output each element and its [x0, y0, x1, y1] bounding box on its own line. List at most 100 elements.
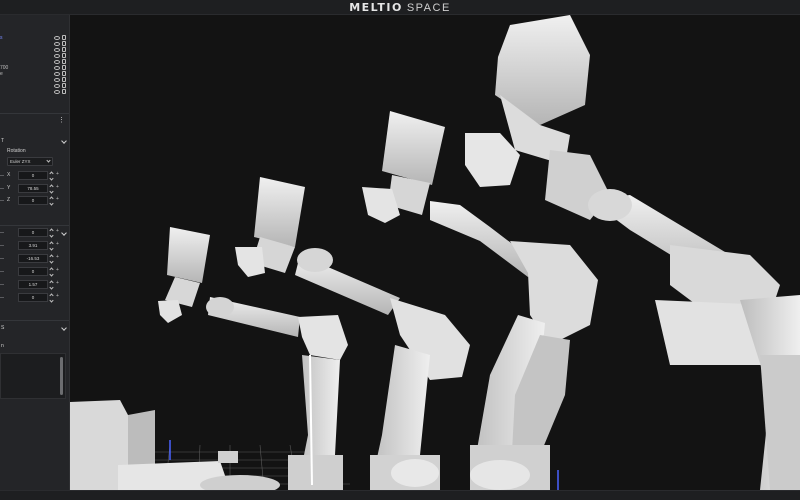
- eye-icon[interactable]: [54, 66, 60, 70]
- rotation-label: Rotation: [7, 148, 26, 154]
- tree-item-controls: [54, 35, 66, 40]
- stepper[interactable]: [49, 254, 54, 264]
- chevron-up-icon[interactable]: [49, 267, 54, 272]
- chevron-up-icon[interactable]: [49, 254, 54, 259]
- tree-item-controls: [54, 47, 66, 52]
- plus-icon[interactable]: +: [56, 184, 59, 190]
- chevron-down-icon[interactable]: [49, 201, 54, 206]
- chevron-down-icon[interactable]: [49, 298, 54, 303]
- left-panel: s 700 e ⋮ T Rotation Euler ZYX X 0 + Y 78.55 + Z…: [0, 15, 70, 490]
- row-marker: [0, 187, 4, 189]
- chevron-up-icon[interactable]: [49, 280, 54, 285]
- row-marker: [0, 245, 4, 246]
- joint-field: 0 +: [0, 293, 69, 303]
- chevron-down-icon[interactable]: [49, 259, 54, 264]
- robot-scene: [70, 15, 800, 490]
- chevron-down-icon[interactable]: [49, 285, 54, 290]
- joint-input[interactable]: -16.53: [18, 254, 48, 263]
- axis-label: X: [7, 172, 11, 178]
- joint-input[interactable]: 0: [18, 293, 48, 302]
- chevron-up-icon[interactable]: [49, 293, 54, 298]
- plus-icon[interactable]: +: [56, 241, 59, 247]
- stepper[interactable]: [49, 196, 54, 206]
- chevron-up-icon[interactable]: [49, 183, 54, 189]
- lock-icon[interactable]: [62, 89, 66, 94]
- stepper[interactable]: [49, 228, 54, 238]
- lock-icon[interactable]: [62, 53, 66, 58]
- axis-label: Z: [7, 197, 11, 203]
- joint-field: 0 +: [0, 228, 69, 238]
- lock-icon[interactable]: [62, 47, 66, 52]
- chevron-down-icon[interactable]: [49, 233, 54, 238]
- transform-section-header[interactable]: T: [0, 134, 69, 148]
- section3-header[interactable]: S: [0, 321, 69, 335]
- chevron-down-icon[interactable]: [49, 272, 54, 277]
- plus-icon[interactable]: +: [56, 228, 59, 234]
- eye-icon[interactable]: [54, 60, 60, 64]
- eye-icon[interactable]: [54, 48, 60, 52]
- rotation-input[interactable]: 0: [18, 171, 48, 180]
- joint-field: 3.91 +: [0, 241, 69, 251]
- chevron-up-icon[interactable]: [49, 228, 54, 233]
- chevron-up-icon[interactable]: [49, 196, 54, 201]
- rotation-field-x: X 0 +: [0, 171, 69, 181]
- plus-icon[interactable]: +: [56, 196, 59, 202]
- joint-input[interactable]: 0: [18, 267, 48, 276]
- plus-icon[interactable]: +: [56, 267, 59, 273]
- rotation-input[interactable]: 0: [18, 196, 48, 205]
- lock-icon[interactable]: [62, 65, 66, 70]
- lock-icon[interactable]: [62, 77, 66, 82]
- eye-icon[interactable]: [54, 36, 60, 40]
- lock-icon[interactable]: [62, 71, 66, 76]
- eye-icon[interactable]: [54, 90, 60, 94]
- joint-input[interactable]: 1.57: [18, 280, 48, 289]
- stepper[interactable]: [49, 183, 54, 194]
- joint-input[interactable]: 3.91: [18, 241, 48, 250]
- transform-section-title: T: [1, 138, 5, 144]
- row-marker: [0, 232, 4, 233]
- plus-icon[interactable]: +: [56, 293, 59, 299]
- rotation-input[interactable]: 78.55: [18, 183, 48, 193]
- plus-icon[interactable]: +: [56, 254, 59, 260]
- plus-icon[interactable]: +: [56, 171, 59, 177]
- chevron-down-icon[interactable]: [49, 176, 54, 181]
- rotation-mode-select[interactable]: Euler ZYX: [7, 157, 53, 166]
- plus-icon[interactable]: +: [56, 280, 59, 286]
- status-bar: [0, 490, 800, 500]
- stepper[interactable]: [49, 280, 54, 290]
- eye-icon[interactable]: [54, 78, 60, 82]
- joint-field: 0 +: [0, 267, 69, 277]
- stepper[interactable]: [49, 171, 54, 181]
- stepper[interactable]: [49, 241, 54, 251]
- chevron-down-icon: [46, 158, 51, 163]
- eye-icon[interactable]: [54, 54, 60, 58]
- stepper[interactable]: [49, 293, 54, 303]
- tree-item[interactable]: [0, 89, 69, 95]
- notes-textarea[interactable]: [0, 353, 66, 399]
- joint-input[interactable]: 0: [18, 228, 48, 237]
- robot-arm-2: [235, 177, 470, 490]
- scene-tree: s 700 e: [0, 15, 69, 113]
- chevron-up-icon[interactable]: [49, 241, 54, 246]
- stepper[interactable]: [49, 267, 54, 277]
- 3d-viewport[interactable]: [70, 15, 800, 490]
- scrollbar[interactable]: [60, 357, 63, 395]
- tree-item-controls: [54, 83, 66, 88]
- chevron-down-icon[interactable]: [49, 246, 54, 251]
- eye-icon[interactable]: [54, 84, 60, 88]
- row-marker: [0, 200, 4, 201]
- lock-icon[interactable]: [62, 83, 66, 88]
- rotation-field-y: Y 78.55 +: [0, 183, 69, 194]
- chevron-down-icon: [61, 325, 67, 331]
- rotation-field-z: Z 0 +: [0, 196, 69, 206]
- eye-icon[interactable]: [54, 72, 60, 76]
- eye-icon[interactable]: [54, 42, 60, 46]
- tree-item-controls: [54, 65, 66, 70]
- chevron-up-icon[interactable]: [49, 171, 54, 176]
- lock-icon[interactable]: [62, 59, 66, 64]
- lock-icon[interactable]: [62, 41, 66, 46]
- chevron-down-icon[interactable]: [49, 188, 54, 194]
- tree-item-controls: [54, 89, 66, 94]
- more-options-icon[interactable]: ⋮: [58, 117, 65, 124]
- lock-icon[interactable]: [62, 35, 66, 40]
